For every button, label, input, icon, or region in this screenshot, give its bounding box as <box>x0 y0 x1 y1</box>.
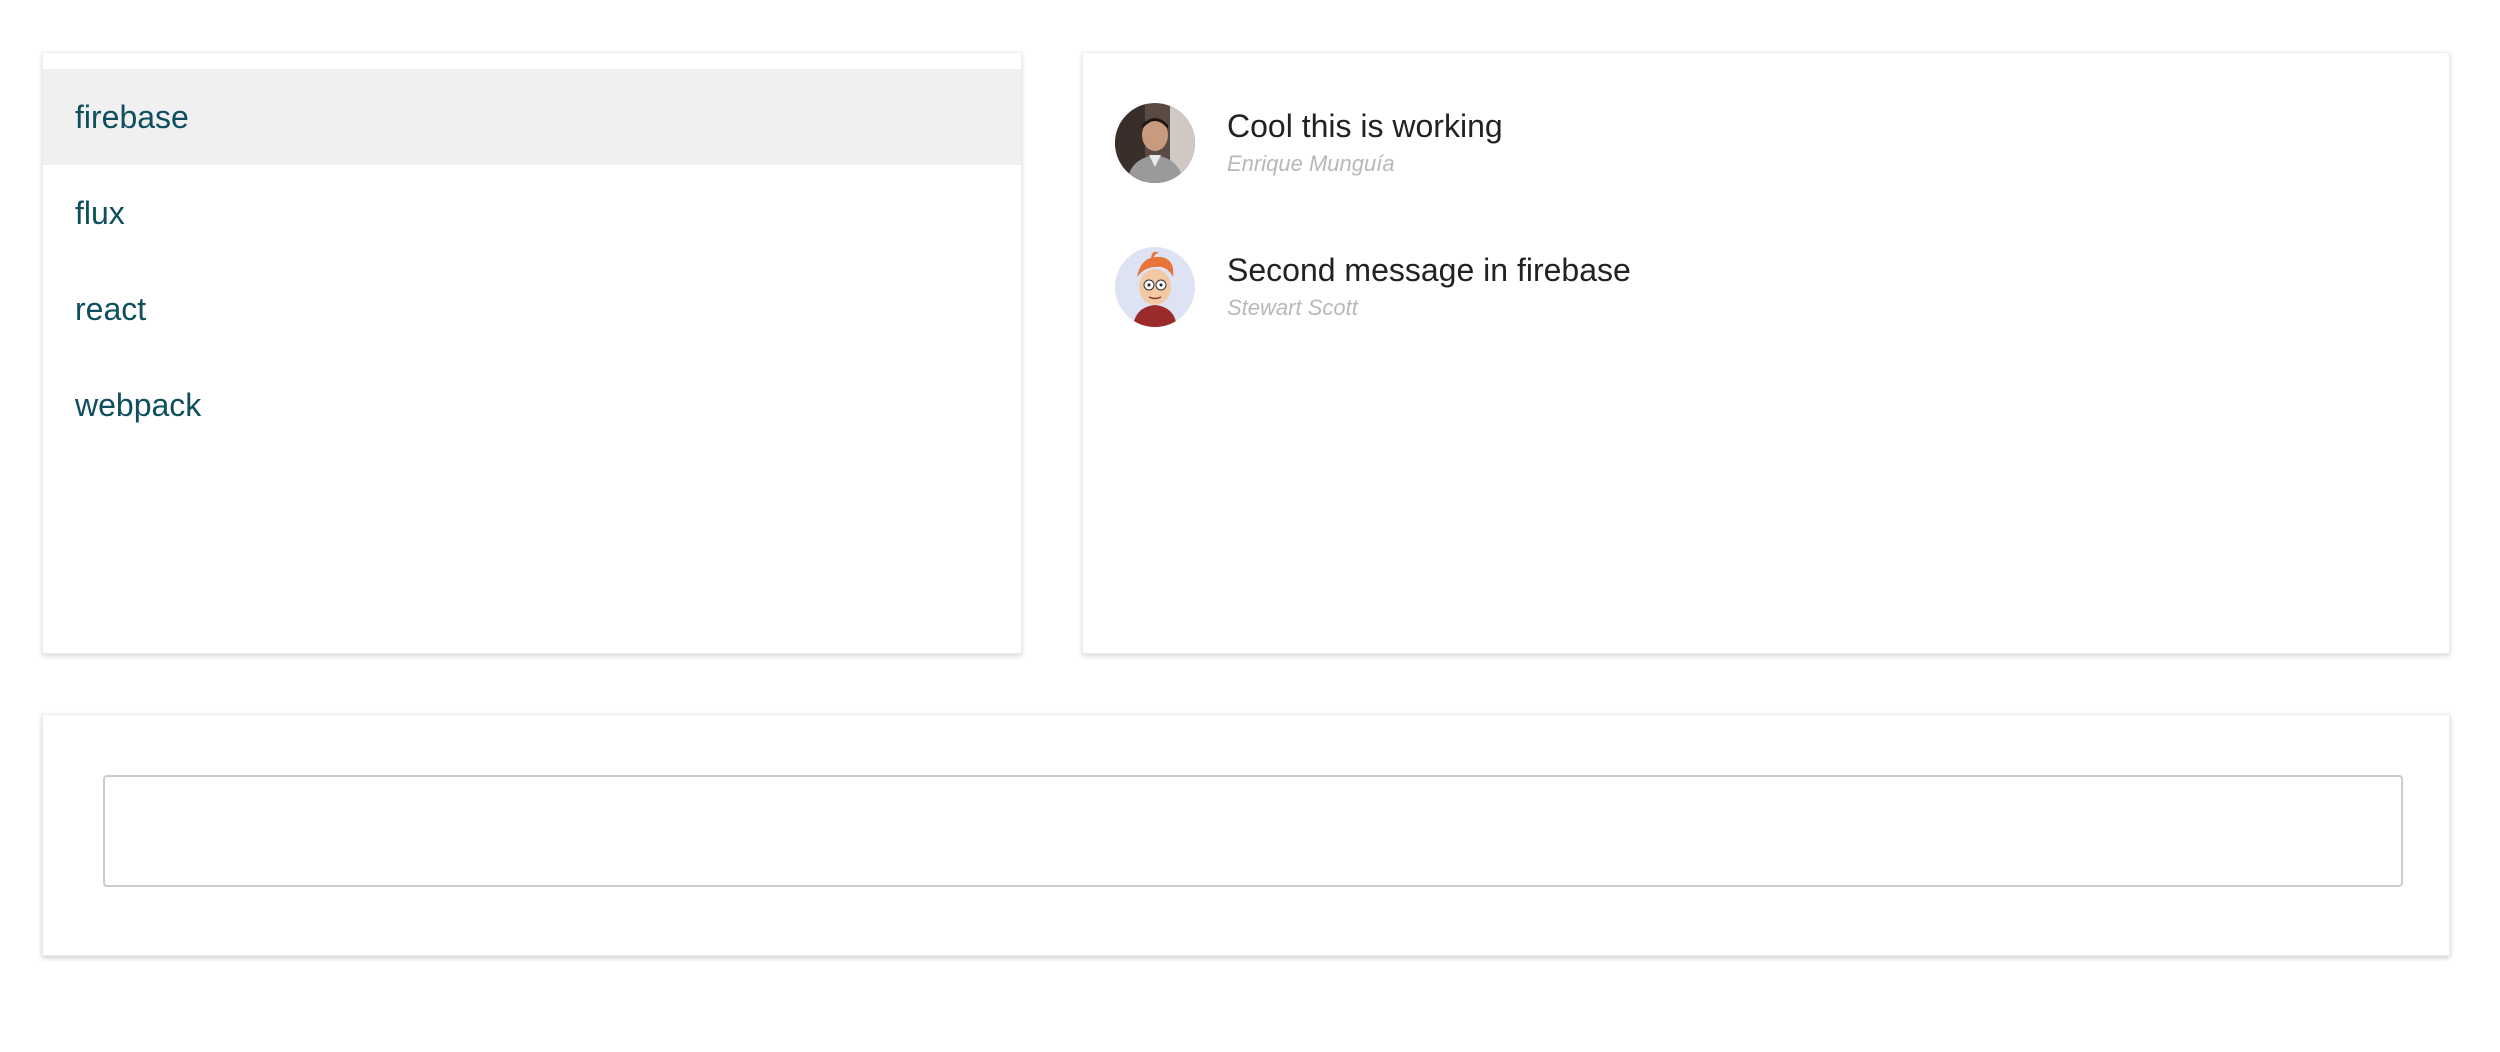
message-item: Cool this is working Enrique Munguía <box>1083 101 2449 245</box>
user-photo-avatar <box>1115 103 1195 183</box>
compose-panel <box>42 714 2450 956</box>
channel-list: firebase flux react webpack <box>42 52 1022 654</box>
message-input[interactable] <box>103 775 2403 887</box>
message-item: Second message in firebase Stewart Scott <box>1083 245 2449 389</box>
channel-item-webpack[interactable]: webpack <box>43 357 1021 453</box>
channel-item-flux[interactable]: flux <box>43 165 1021 261</box>
message-author: Enrique Munguía <box>1227 151 1395 176</box>
message-text: Second message in firebase <box>1227 252 1631 288</box>
channel-item-react[interactable]: react <box>43 261 1021 357</box>
message-list: Cool this is working Enrique Munguía Sec… <box>1082 52 2450 654</box>
message-text: Cool this is working <box>1227 108 1503 144</box>
channel-item-firebase[interactable]: firebase <box>43 69 1021 165</box>
message-author: Stewart Scott <box>1227 295 1358 320</box>
cartoon-character-avatar <box>1115 247 1195 327</box>
